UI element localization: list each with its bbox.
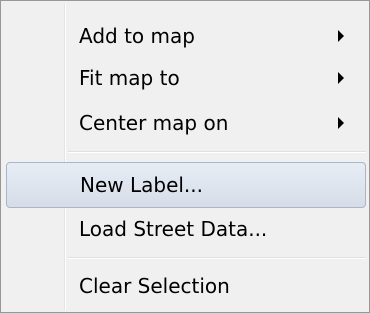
- menu-separator: [68, 257, 366, 259]
- menu-item-clear-selection[interactable]: Clear Selection: [6, 263, 366, 309]
- menu-item-new-label[interactable]: New Label...: [6, 162, 366, 208]
- menu-separator: [68, 151, 366, 153]
- menu-item-fit-map-to[interactable]: Fit map to: [6, 55, 366, 101]
- menu-item-label: Load Street Data...: [79, 217, 268, 241]
- menu-item-label: New Label...: [80, 173, 204, 197]
- menu-item-center-map-on[interactable]: Center map on: [6, 100, 366, 146]
- submenu-arrow-icon: [338, 72, 344, 84]
- submenu-arrow-icon: [338, 30, 344, 42]
- menu-item-label: Fit map to: [79, 66, 180, 90]
- menu-item-load-street-data[interactable]: Load Street Data...: [6, 206, 366, 252]
- context-menu: Add to map Fit map to Center map on New …: [0, 0, 370, 313]
- menu-item-label: Add to map: [79, 24, 195, 48]
- menu-item-add-to-map[interactable]: Add to map: [6, 13, 366, 59]
- submenu-arrow-icon: [338, 117, 344, 129]
- menu-item-label: Center map on: [79, 111, 229, 135]
- menu-item-label: Clear Selection: [79, 274, 230, 298]
